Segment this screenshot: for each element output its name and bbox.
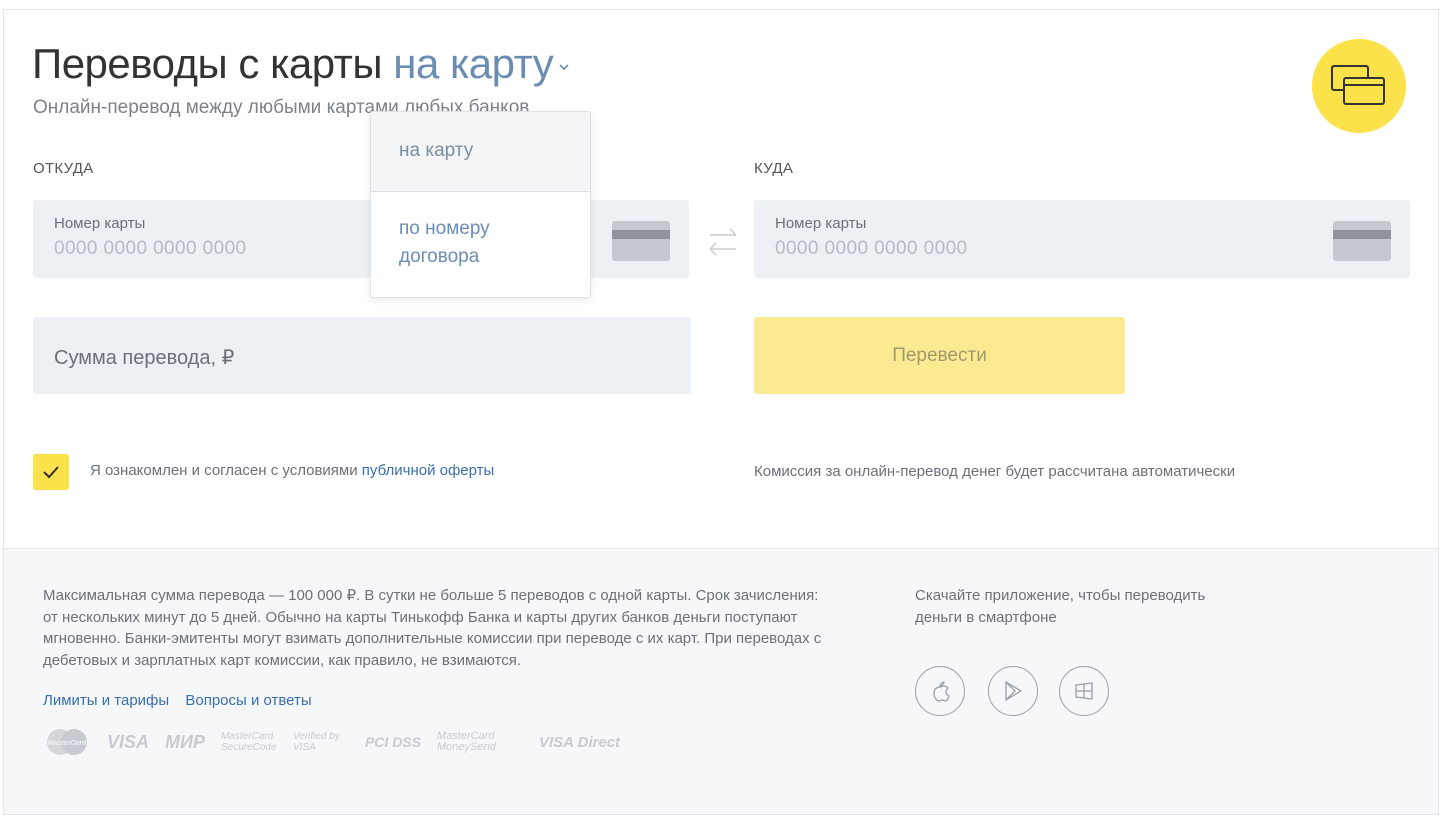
chevron-down-icon[interactable] [557, 60, 571, 74]
footer-info: Максимальная сумма перевода — 100 000 ₽.… [43, 587, 822, 669]
windows-icon [1075, 682, 1093, 700]
commission-note: Комиссия за онлайн-перевод денег будет р… [754, 463, 1236, 480]
transfer-mode-dropdown: на карту по номеру договора [370, 111, 591, 298]
card-icon [612, 221, 670, 261]
pci-dss-logo: PCI DSS [364, 734, 421, 750]
agreement-checkbox[interactable] [33, 454, 69, 490]
payment-logos: MasterCard VISA МИР MasterCard SecureCod… [43, 727, 620, 757]
to-label: КУДА [754, 160, 794, 177]
to-card-field[interactable]: Номер карты 0000 0000 0000 0000 [754, 200, 1410, 278]
google-play-button[interactable] [988, 666, 1038, 716]
dropdown-item-by-contract[interactable]: по номеру договора [371, 215, 590, 271]
dropdown-item-by-contract-label[interactable]: по номеру договора [399, 218, 490, 267]
page-title: Переводы с карты на карту [32, 40, 571, 88]
verified-by-visa-logo: Verified by VISA [292, 731, 340, 753]
footer-links: Лимиты и тарифы Вопросы и ответы [43, 692, 324, 709]
agreement-text: Я ознакомлен и согласен с условиями публ… [90, 462, 494, 479]
cards-icon [1331, 65, 1385, 105]
app-download-label: Скачайте приложение, чтобы переводить де… [915, 587, 1206, 626]
mir-logo: МИР [165, 731, 205, 752]
visa-logo: VISA [107, 731, 150, 752]
dropdown-divider [371, 191, 590, 192]
card-icon [1333, 221, 1391, 261]
transfer-button[interactable]: Перевести [754, 317, 1125, 394]
from-card-label: Номер карты [54, 215, 146, 232]
apple-icon [933, 681, 950, 702]
app-download-text: Скачайте приложение, чтобы переводить де… [915, 585, 1235, 628]
securecode-logo: MasterCard SecureCode [220, 731, 277, 753]
from-card-input[interactable]: 0000 0000 0000 0000 [54, 238, 247, 260]
windows-store-button[interactable] [1059, 666, 1109, 716]
faq-link[interactable]: Вопросы и ответы [185, 692, 311, 709]
dropdown-item-to-card[interactable]: на карту [371, 112, 590, 191]
transfer-mode-selector[interactable]: на карту [393, 40, 571, 87]
svg-text:MasterCard: MasterCard [48, 740, 87, 747]
swap-arrows-icon[interactable] [708, 224, 738, 260]
to-card-label: Номер карты [775, 215, 867, 232]
title-prefix: Переводы с карты [32, 40, 383, 87]
transfer-mode-label[interactable]: на карту [393, 40, 554, 87]
google-play-icon [1005, 680, 1023, 702]
agreement-label: Я ознакомлен и согласен с условиями [90, 462, 362, 479]
visa-direct-logo: VISA Direct [538, 733, 621, 751]
public-offer-link[interactable]: публичной оферты [362, 462, 495, 479]
to-card-input[interactable]: 0000 0000 0000 0000 [775, 238, 968, 260]
moneysend-logo: MasterCard MoneySend [436, 730, 496, 753]
app-store-button[interactable] [915, 666, 965, 716]
from-label: ОТКУДА [33, 160, 94, 177]
mastercard-logo: MasterCard [47, 729, 87, 755]
transfer-form: Переводы с карты на карту Онлайн-перевод… [4, 10, 1438, 548]
amount-input[interactable]: Сумма перевода, ₽ [54, 345, 234, 370]
cards-badge [1312, 39, 1406, 133]
amount-field[interactable]: Сумма перевода, ₽ [33, 317, 691, 394]
limits-link[interactable]: Лимиты и тарифы [43, 692, 169, 709]
checkmark-icon [43, 466, 59, 479]
